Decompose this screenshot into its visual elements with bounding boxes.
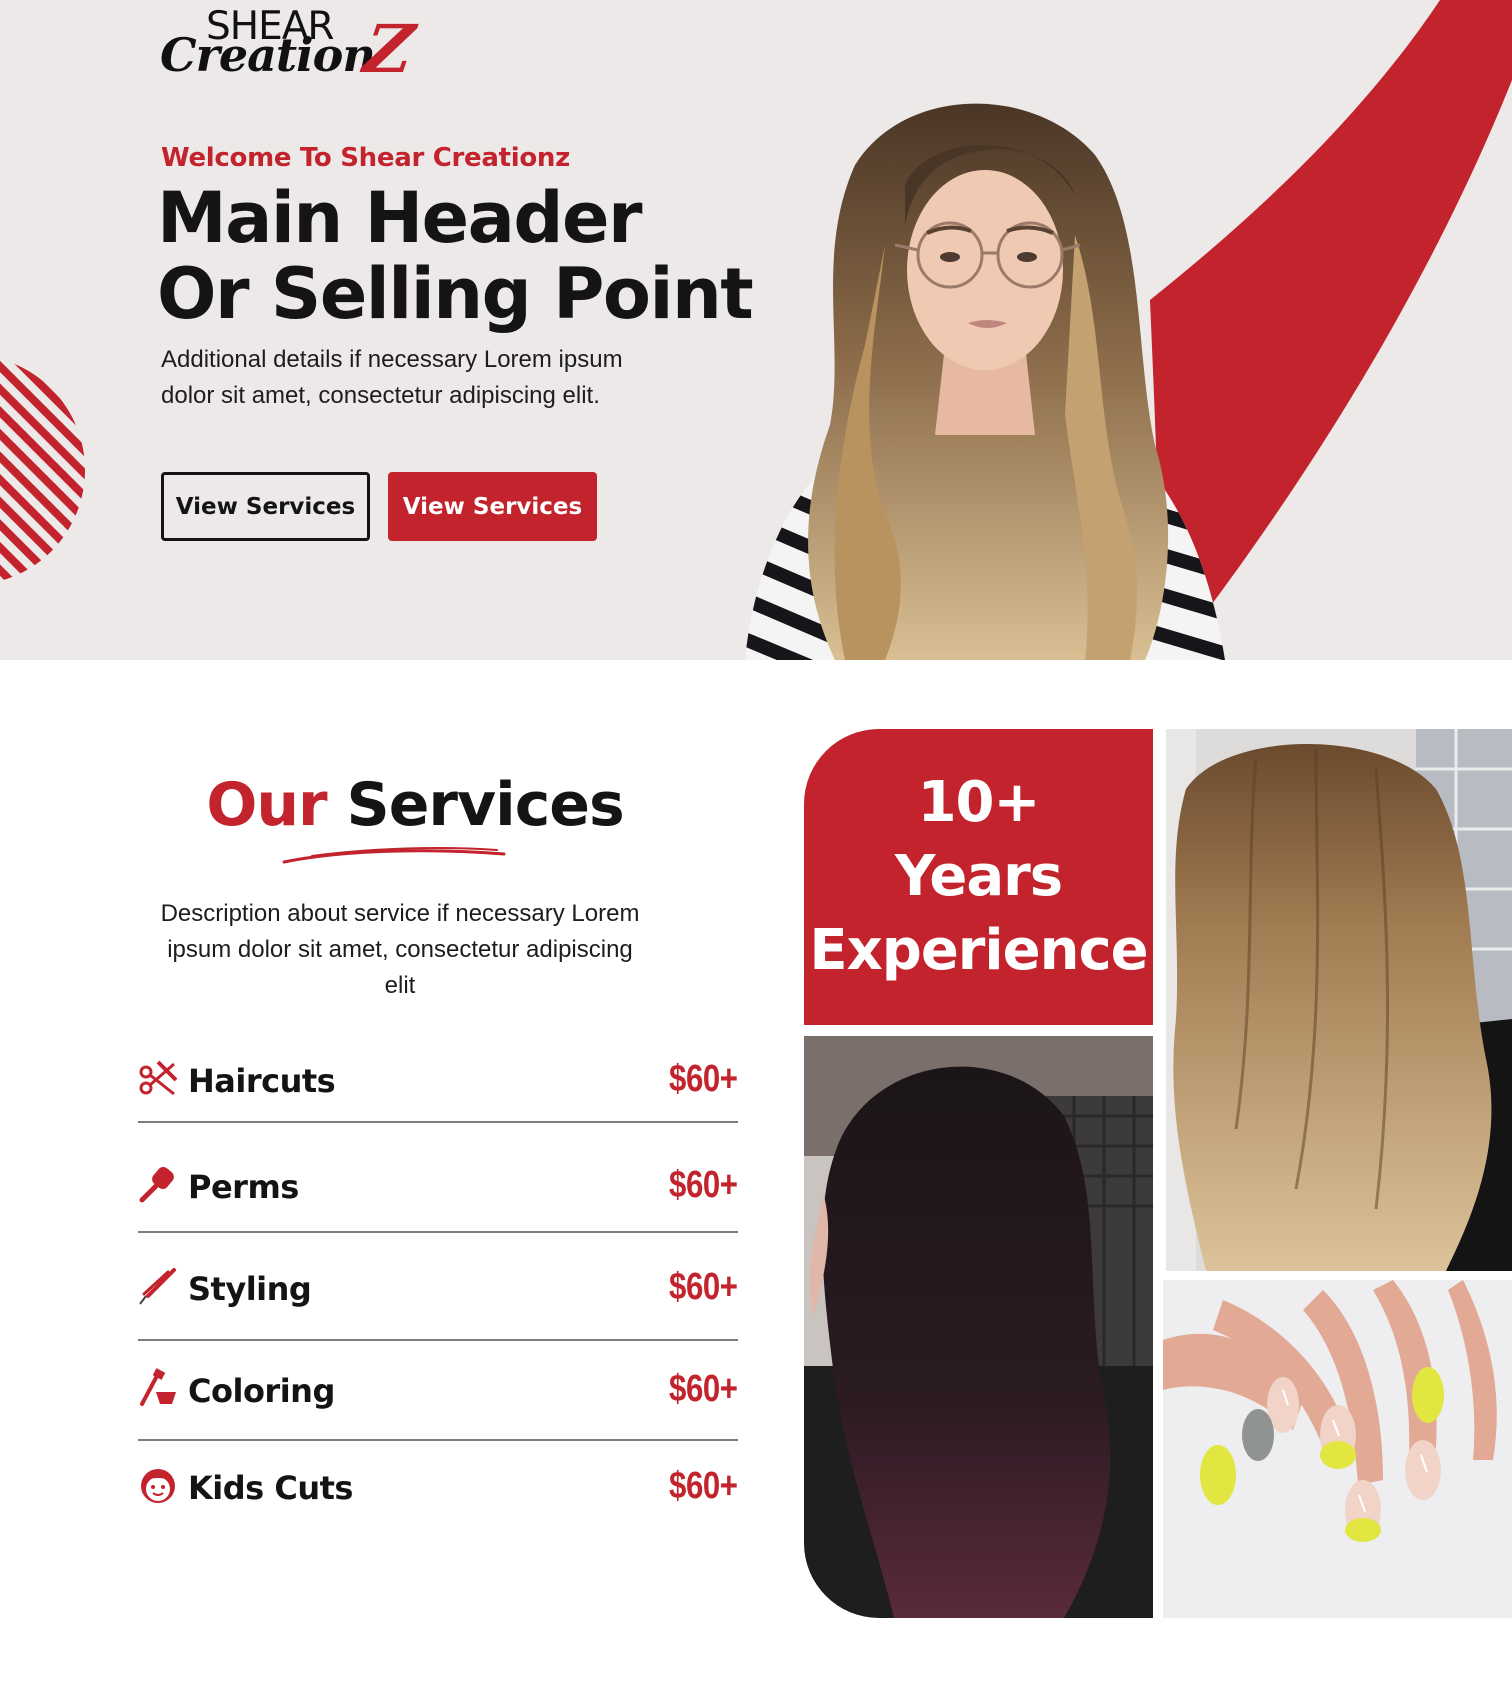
services-title-main: Services [346, 770, 625, 840]
service-divider [138, 1339, 738, 1341]
dye-bowl-icon [140, 1368, 176, 1406]
hero-description: Additional details if necessary Lorem ip… [161, 346, 623, 409]
service-divider [138, 1439, 738, 1441]
view-services-solid-button[interactable]: View Services [388, 472, 597, 541]
brush-icon [139, 1167, 174, 1203]
hero-welcome: Welcome To Shear Creationz [161, 143, 570, 173]
service-row-kids-cuts[interactable]: Kids Cuts $60+ [138, 1457, 738, 1517]
experience-number: 10+ [917, 770, 1041, 835]
view-services-outline-button[interactable]: View Services [161, 472, 370, 541]
services-title: Our Services [160, 770, 670, 840]
service-divider [138, 1231, 738, 1233]
service-name: Haircuts [188, 1062, 336, 1100]
services-description: Description about service if necessary L… [160, 900, 640, 999]
service-name: Kids Cuts [188, 1469, 353, 1507]
hero-model-photo [745, 103, 1225, 660]
scissors-comb-icon [139, 1060, 178, 1096]
service-price: $60+ [669, 1266, 738, 1308]
service-divider [138, 1121, 738, 1123]
hero-title-line2: Or Selling Point [157, 253, 754, 335]
logo-z-mark: Z [359, 10, 419, 88]
service-row-coloring[interactable]: Coloring $60+ [138, 1360, 738, 1420]
title-underline-decoration [282, 847, 506, 864]
flat-iron-icon [139, 1268, 176, 1305]
striped-circle-decoration [0, 355, 85, 585]
gallery-photo-nails [1163, 1280, 1512, 1618]
services-title-accent: Our [206, 770, 327, 840]
logo-text-bottom: Creation [160, 28, 376, 82]
experience-years: Years [894, 844, 1063, 909]
service-price: $60+ [669, 1164, 738, 1206]
service-row-perms[interactable]: Perms $60+ [138, 1156, 738, 1216]
service-name: Perms [188, 1168, 299, 1206]
service-price: $60+ [669, 1058, 738, 1100]
hero-title-line1: Main Header [157, 177, 643, 259]
experience-label: Experience [809, 918, 1148, 983]
brand-logo[interactable]: SHEAR Creation Z [160, 4, 420, 88]
service-name: Coloring [188, 1372, 335, 1410]
experience-badge: 10+ Years Experience [804, 729, 1153, 1025]
service-name: Styling [188, 1270, 312, 1308]
gallery-photo-blonde-hair [1166, 729, 1512, 1271]
hero-title: Main Header Or Selling Point [157, 180, 777, 332]
service-price: $60+ [669, 1368, 738, 1410]
hero-section: SHEAR Creation Z Welcome To Shear Creati… [0, 0, 1512, 660]
gallery-photo-dark-hair [804, 1036, 1153, 1618]
service-price: $60+ [669, 1465, 738, 1507]
service-row-styling[interactable]: Styling $60+ [138, 1258, 738, 1318]
kid-face-icon [141, 1469, 175, 1503]
service-row-haircuts[interactable]: Haircuts $60+ [138, 1050, 738, 1110]
